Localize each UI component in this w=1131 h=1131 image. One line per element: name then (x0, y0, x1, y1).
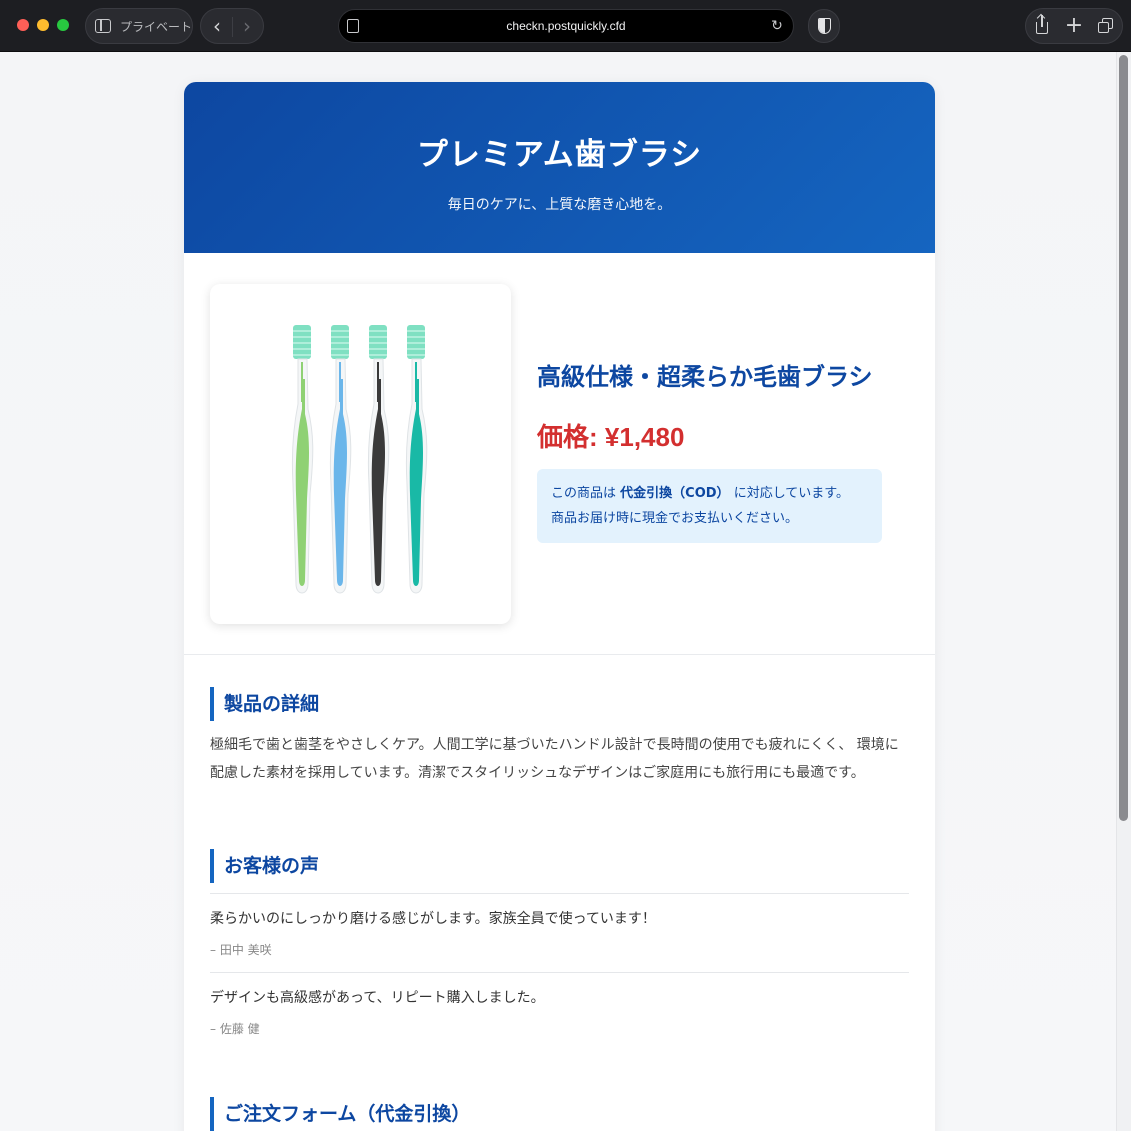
details-text: 極細毛で歯と歯茎をやさしくケア。人間工学に基づいたハンドル設計で長時間の使用でも… (210, 737, 899, 781)
scrollbar-thumb[interactable] (1119, 55, 1128, 821)
sidebar-icon (95, 19, 111, 33)
product-name: 高級仕様・超柔らか毛歯ブラシ (537, 363, 873, 391)
toothbrushes-illustration (291, 325, 428, 594)
page-title: プレミアム歯ブラシ (416, 137, 703, 173)
scrollbar-track[interactable] (1116, 52, 1131, 1131)
product-card: プレミアム歯ブラシ 毎日のケアに、上質な磨き心地を。 高級仕様・超柔らか毛歯ブラ… (184, 82, 935, 1131)
new-tab-button[interactable]: + (1063, 15, 1085, 37)
share-arrow-icon (1041, 15, 1043, 27)
share-button[interactable] (1031, 15, 1053, 37)
reviews-heading: お客様の声 (210, 849, 909, 883)
page-subtitle: 毎日のケアに、上質な磨き心地を。 (447, 197, 672, 213)
cod-instructions: 商品お届け時に現金でお支払いください。 (551, 511, 799, 526)
details-section: 製品の詳細 極細毛で歯と歯茎をやさしくケア。人間工学に基づいたハンドル設計で長時… (184, 687, 935, 787)
cod-notice: この商品は 代金引換（COD） に対応しています。 商品お届け時に現金でお支払い… (537, 469, 882, 543)
reviews-section: お客様の声 柔らかいのにしっかり磨ける感じがします。家族全員で使っています！ –… (184, 849, 935, 1051)
product-image (210, 284, 511, 624)
toolbar-actions: + (1025, 8, 1123, 44)
address-bar[interactable]: checkn.postquickly.cfd ↻ (338, 9, 794, 43)
price-label: 価格: (537, 422, 598, 452)
private-label: プライベート (120, 20, 193, 34)
tabs-icon-front (1098, 22, 1109, 33)
nav-divider (232, 17, 233, 37)
privacy-shield-button[interactable] (808, 9, 840, 43)
order-section: ご注文フォーム（代金引換） (184, 1097, 935, 1131)
review-author: – 佐藤 健 (210, 1022, 260, 1036)
hero-banner: プレミアム歯ブラシ 毎日のケアに、上質な磨き心地を。 (184, 82, 935, 253)
toothbrush (329, 325, 352, 594)
cod-suffix: に対応しています。 (733, 486, 849, 501)
review-item: デザインも高級感があって、リピート購入しました。 – 佐藤 健 (210, 972, 909, 1051)
tab-overview-button[interactable] (1094, 15, 1116, 37)
close-window-button[interactable] (17, 19, 29, 31)
review-text: デザインも高級感があって、リピート購入しました。 (210, 990, 545, 1006)
review-author: – 田中 美咲 (210, 943, 272, 957)
back-button[interactable]: ‹ (205, 15, 229, 39)
cod-prefix: この商品は (551, 486, 617, 501)
toothbrush (405, 325, 428, 594)
toothbrush (291, 325, 314, 594)
cod-method: 代金引換（COD） (620, 486, 730, 501)
sidebar-private-button[interactable]: プライベート (85, 8, 193, 44)
review-text: 柔らかいのにしっかり磨ける感じがします。家族全員で使っています！ (210, 911, 656, 927)
order-heading: ご注文フォーム（代金引換） (210, 1097, 909, 1131)
zoom-window-button[interactable] (57, 19, 69, 31)
reload-icon[interactable]: ↻ (767, 16, 787, 36)
forward-button[interactable]: › (235, 15, 259, 39)
product-info: 高級仕様・超柔らか毛歯ブラシ 価格: ¥1,480 この商品は 代金引換（COD… (537, 357, 907, 543)
toothbrush (367, 325, 390, 594)
product-price: 価格: ¥1,480 (537, 417, 907, 454)
shield-icon (818, 18, 831, 34)
minimize-window-button[interactable] (37, 19, 49, 31)
product-section: 高級仕様・超柔らか毛歯ブラシ 価格: ¥1,480 この商品は 代金引換（COD… (184, 253, 935, 655)
details-heading: 製品の詳細 (210, 687, 909, 721)
navigation-group: ‹ › (200, 8, 264, 44)
review-item: 柔らかいのにしっかり磨ける感じがします。家族全員で使っています！ – 田中 美咲 (210, 893, 909, 972)
page-viewport[interactable]: プレミアム歯ブラシ 毎日のケアに、上質な磨き心地を。 高級仕様・超柔らか毛歯ブラ… (0, 52, 1131, 1131)
price-value: ¥1,480 (604, 422, 685, 452)
review-list: 柔らかいのにしっかり磨ける感じがします。家族全員で使っています！ – 田中 美咲… (210, 893, 909, 1051)
url-text: checkn.postquickly.cfd (506, 19, 626, 33)
browser-toolbar: プライベート ‹ › checkn.postquickly.cfd ↻ + (0, 0, 1131, 52)
